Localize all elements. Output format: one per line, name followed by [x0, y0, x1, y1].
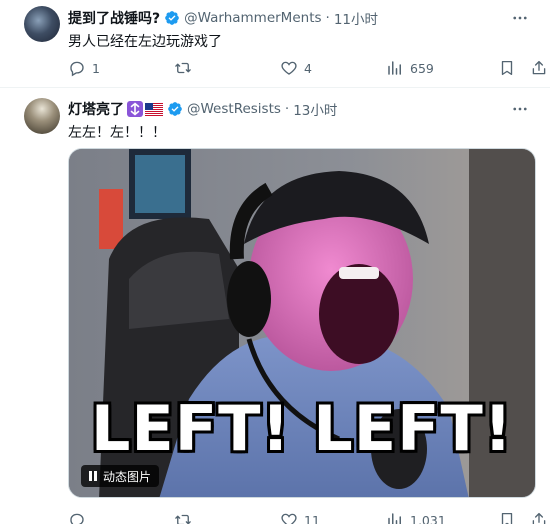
- timestamp[interactable]: 11小时: [334, 8, 378, 28]
- separator-dot: ·: [325, 10, 330, 26]
- reply-button[interactable]: [68, 511, 92, 524]
- more-icon[interactable]: [510, 99, 530, 119]
- timestamp[interactable]: 13小时: [293, 99, 337, 119]
- gif-pause-button[interactable]: 动态图片: [81, 465, 160, 487]
- verified-icon: [167, 101, 183, 117]
- share-button[interactable]: [530, 59, 548, 77]
- bookmark-button[interactable]: [498, 511, 516, 524]
- more-icon[interactable]: [510, 8, 530, 28]
- view-count: 1,031: [410, 512, 446, 524]
- tweet-text: 男人已经在左边玩游戏了: [68, 34, 222, 50]
- action-bar: 1 4 659: [64, 58, 546, 78]
- share-icon: [532, 60, 546, 75]
- action-bar: 11 1,031: [64, 510, 546, 524]
- like-button[interactable]: 4: [280, 59, 312, 77]
- tweet-header: 提到了战锤吗? @WarhammerMents · 11小时: [68, 8, 378, 28]
- reply-count: 1: [92, 60, 100, 76]
- user-handle[interactable]: @WarhammerMents: [184, 10, 321, 26]
- views-button[interactable]: 659: [386, 59, 434, 77]
- tweet[interactable]: 提到了战锤吗? @WarhammerMents · 11小时 男人已经在左边玩游…: [0, 0, 550, 88]
- like-icon: [281, 61, 297, 75]
- bookmark-icon: [501, 60, 513, 76]
- like-count: 4: [304, 60, 312, 76]
- like-count: 11: [304, 512, 320, 524]
- bookmark-button[interactable]: [498, 59, 516, 77]
- avatar[interactable]: [24, 98, 60, 134]
- verified-icon: [164, 10, 180, 26]
- separator-dot: ·: [284, 101, 290, 117]
- reply-icon: [70, 61, 84, 77]
- user-handle[interactable]: @WestResists: [187, 101, 281, 117]
- retweet-icon: [175, 62, 191, 74]
- like-button[interactable]: 11: [280, 511, 320, 524]
- tweet[interactable]: 灯塔亮了 @WestResists · 13小时 左左！左！！！ LEFT! L…: [0, 88, 550, 524]
- share-icon: [532, 512, 546, 524]
- like-icon: [281, 513, 297, 524]
- us-flag-icon: [145, 102, 163, 116]
- views-icon: [388, 61, 401, 75]
- views-icon: [388, 513, 401, 524]
- display-name[interactable]: 灯塔亮了: [68, 99, 124, 119]
- retweet-button[interactable]: [174, 59, 198, 77]
- reply-button[interactable]: 1: [68, 59, 100, 77]
- bookmark-icon: [501, 512, 513, 524]
- view-count: 659: [410, 60, 434, 76]
- tweet-header: 灯塔亮了 @WestResists · 13小时: [68, 99, 337, 119]
- tweet-gif[interactable]: LEFT! LEFT! 动态图片: [68, 148, 536, 498]
- beacon-emoji-icon: [127, 101, 143, 117]
- tweet-text: 左左！左！！！: [68, 125, 166, 141]
- retweet-icon: [175, 514, 191, 524]
- avatar[interactable]: [24, 6, 60, 42]
- views-button[interactable]: 1,031: [386, 511, 446, 524]
- display-name[interactable]: 提到了战锤吗?: [68, 8, 160, 28]
- gif-label: 动态图片: [103, 469, 152, 484]
- pause-icon: [89, 471, 97, 481]
- retweet-button[interactable]: [174, 511, 198, 524]
- name-emojis: [127, 101, 163, 117]
- reply-icon: [70, 513, 84, 524]
- gif-caption: LEFT! LEFT!: [90, 392, 514, 465]
- share-button[interactable]: [530, 511, 548, 524]
